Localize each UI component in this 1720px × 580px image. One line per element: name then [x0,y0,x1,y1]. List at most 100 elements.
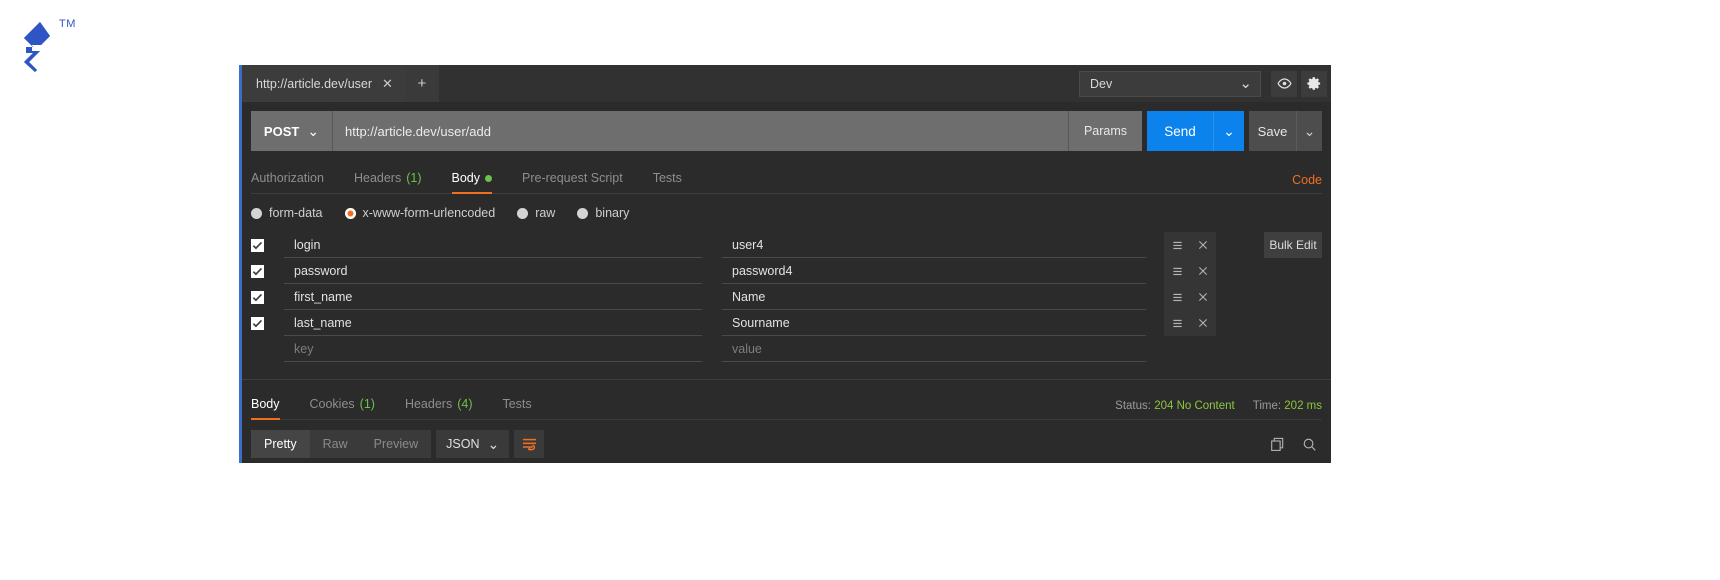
environment-area: Dev ⌄ [1079,65,1331,102]
environment-select[interactable]: Dev ⌄ [1079,70,1261,97]
radio-raw[interactable]: raw [517,206,555,220]
response-tab-underline [251,419,1322,420]
params-button[interactable]: Params [1068,111,1142,151]
tab-authorization[interactable]: Authorization [251,171,324,193]
check-icon [252,241,263,249]
row-key-input[interactable]: last_name [284,310,702,336]
row-delete-icon[interactable] [1190,284,1216,310]
row-value-input[interactable]: user4 [722,232,1146,258]
code-link[interactable]: Code [1292,173,1322,193]
postman-window: http://article.dev/user ✕ + Dev ⌄ POST ⌄… [239,65,1331,463]
method-select[interactable]: POST ⌄ [251,111,333,151]
row-checkbox[interactable] [251,290,264,304]
response-tab-body[interactable]: Body [251,397,280,420]
send-button[interactable]: Send [1147,111,1213,151]
tab-body[interactable]: Body [451,171,492,194]
request-tab-label: http://article.dev/user [256,76,373,91]
close-icon [1198,292,1208,302]
save-button[interactable]: Save [1249,111,1296,151]
response-tab-cookies[interactable]: Cookies (1) [310,397,375,419]
row-checkbox-empty[interactable] [251,343,264,356]
tab-tests[interactable]: Tests [653,171,682,193]
search-icon [1303,438,1316,451]
new-tab-button[interactable]: + [404,65,439,102]
row-value-input[interactable]: Name [722,284,1146,310]
tab-label: Headers [404,397,453,411]
view-mode-pretty[interactable]: Pretty [251,430,310,458]
response-tab-headers[interactable]: Headers (4) [405,397,473,419]
row-delete-icon[interactable] [1190,232,1216,258]
time-value: 202 ms [1284,400,1322,412]
row-delete-icon[interactable] [1190,258,1216,284]
word-wrap-button[interactable] [514,430,545,458]
row-delete-icon[interactable] [1190,310,1216,336]
response-tab-bar: Body Cookies (1) Headers (4) Tests Statu… [251,389,1322,420]
row-menu-icon[interactable] [1164,310,1190,336]
list-icon [1172,267,1182,275]
view-mode-preview[interactable]: Preview [361,430,431,458]
tab-pre-request-script[interactable]: Pre-request Script [522,171,623,193]
close-icon [1198,240,1208,250]
radio-form-data[interactable]: form-data [251,206,323,220]
row-value-input-placeholder[interactable]: value [722,336,1146,362]
key-value-table: Bulk Edit login user4 password password4… [251,232,1322,362]
tab-strip: http://article.dev/user ✕ + Dev ⌄ [242,65,1331,102]
body-modified-dot-icon [485,174,492,182]
table-row[interactable]: first_name Name [251,284,1322,310]
radio-icon [517,207,529,219]
radio-x-www-form-urlencoded[interactable]: x-www-form-urlencoded [344,206,496,220]
screenshot-root: TM http://article.dev/user ✕ + Dev ⌄ POS… [0,0,1720,580]
row-checkbox[interactable] [251,264,264,278]
tab-label: Tests [652,171,682,185]
save-options-button[interactable]: ⌄ [1296,111,1322,151]
send-options-button[interactable]: ⌄ [1213,111,1244,151]
close-icon[interactable]: ✕ [382,77,393,90]
copy-button[interactable] [1264,431,1290,457]
eye-icon-button[interactable] [1271,70,1297,97]
tab-count: (1) [406,171,422,185]
tab-label: Body [251,397,280,411]
row-key-input[interactable]: first_name [284,284,702,310]
row-menu-icon[interactable] [1164,284,1190,310]
row-actions [1164,284,1216,310]
response-tab-tests[interactable]: Tests [502,397,531,419]
search-button[interactable] [1296,431,1322,457]
tab-label: Cookies [309,397,355,411]
list-icon [1172,293,1182,301]
chevron-down-icon: ⌄ [1223,122,1235,139]
chevron-down-icon: ⌄ [1239,74,1252,92]
radio-label: x-www-form-urlencoded [362,206,496,220]
request-tab[interactable]: http://article.dev/user ✕ [242,65,405,102]
format-select[interactable]: JSON ⌄ [436,430,510,458]
close-icon [1198,266,1208,276]
view-mode-segmented: Pretty Raw Preview [251,430,432,458]
row-value-input[interactable]: password4 [722,258,1146,284]
table-row[interactable]: last_name Sourname [251,310,1322,336]
row-checkbox[interactable] [251,316,264,330]
row-key-input[interactable]: login [284,232,702,258]
list-icon [1172,241,1182,249]
chevron-down-icon: ⌄ [307,122,320,139]
table-row-empty[interactable]: key value [251,336,1322,362]
url-bar: POST ⌄ http://article.dev/user/add Param… [251,111,1322,151]
row-key-input-placeholder[interactable]: key [284,336,702,362]
row-value-input[interactable]: Sourname [722,310,1146,336]
environment-value: Dev [1090,76,1113,91]
tab-headers[interactable]: Headers (1) [354,171,422,193]
close-icon [1198,318,1208,328]
view-mode-raw[interactable]: Raw [310,430,361,458]
table-row[interactable]: login user4 [251,232,1322,258]
row-key-input[interactable]: password [284,258,702,284]
row-menu-icon[interactable] [1164,232,1190,258]
url-input[interactable]: http://article.dev/user/add [333,111,1068,151]
row-menu-icon[interactable] [1164,258,1190,284]
row-actions [1164,232,1216,258]
tab-label: Authorization [251,171,324,185]
gear-icon-button[interactable] [1301,70,1327,97]
row-checkbox[interactable] [251,238,264,252]
format-value: JSON [446,437,480,451]
tab-label: Tests [502,397,532,411]
table-row[interactable]: password password4 [251,258,1322,284]
radio-binary[interactable]: binary [577,206,629,220]
check-icon [252,293,263,301]
